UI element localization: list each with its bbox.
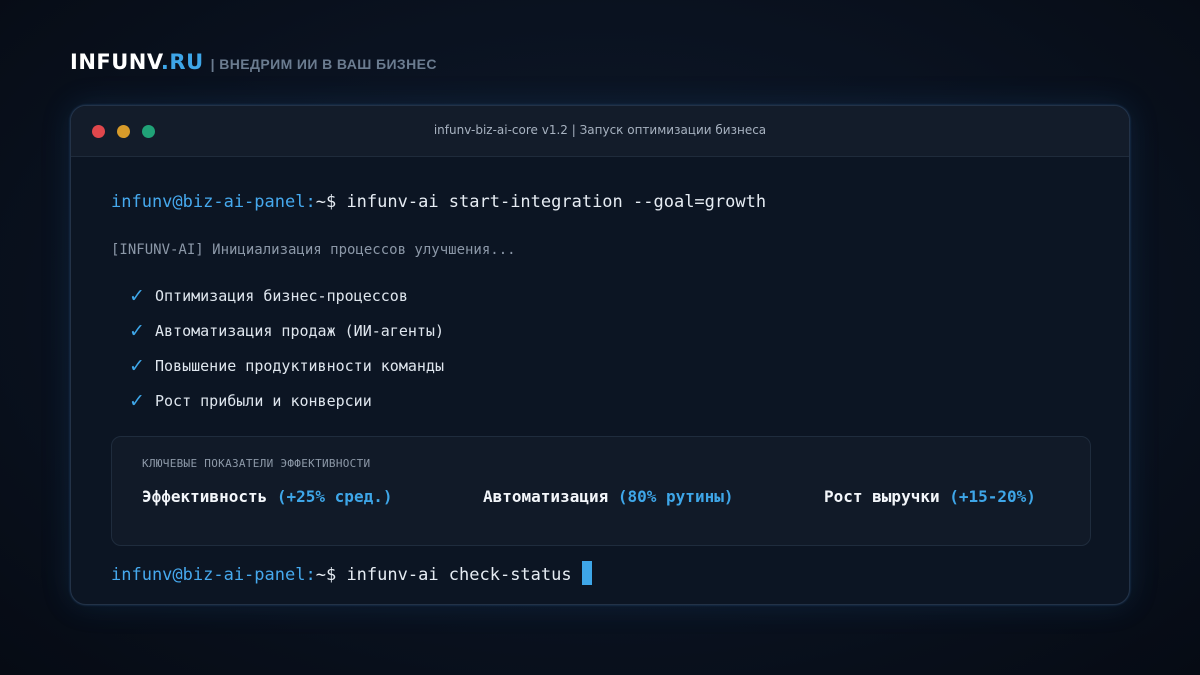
- check-item-label: Автоматизация продаж (ИИ-агенты): [155, 321, 444, 340]
- command-input[interactable]: infunv-ai check-status: [346, 565, 571, 585]
- list-item: ✓ Оптимизация бизнес-процессов: [129, 278, 444, 313]
- check-item-label: Повышение продуктивности команды: [155, 356, 444, 375]
- kpi-panel: КЛЮЧЕВЫЕ ПОКАЗАТЕЛИ ЭФФЕКТИВНОСТИ Эффект…: [111, 436, 1091, 546]
- checkmark-icon: ✓: [129, 284, 145, 307]
- log-line: [INFUNV-AI] Инициализация процессов улуч…: [111, 242, 516, 258]
- prompt-symbol: ~$: [315, 192, 337, 212]
- checkmark-icon: ✓: [129, 354, 145, 377]
- kpi-label: Автоматизация: [483, 487, 609, 506]
- kpi-value: (80% рутины): [617, 487, 734, 506]
- brand-tagline: | ВНЕДРИМ ИИ В ВАШ БИЗНЕС: [210, 56, 437, 72]
- brand-tld: .RU: [160, 50, 204, 74]
- window-titlebar: infunv-biz-ai-core v1.2 | Запуск оптимиз…: [71, 106, 1129, 157]
- kpi-revenue-growth: Рост выручки (+15-20%): [824, 487, 1036, 506]
- kpi-value: (+25% сред.): [276, 487, 393, 506]
- brand-name: INFUNV.RU: [70, 50, 204, 74]
- prompt-user: infunv@biz-ai-panel:: [111, 565, 316, 585]
- text-cursor: [581, 561, 592, 585]
- terminal-window: infunv-biz-ai-core v1.2 | Запуск оптимиз…: [70, 105, 1130, 605]
- window-title: infunv-biz-ai-core v1.2 | Запуск оптимиз…: [433, 123, 767, 137]
- checklist: ✓ Оптимизация бизнес-процессов ✓ Автомат…: [129, 278, 444, 418]
- check-item-label: Оптимизация бизнес-процессов: [155, 286, 408, 305]
- checkmark-icon: ✓: [129, 389, 145, 412]
- prompt-symbol: ~$: [315, 565, 337, 585]
- prompt-user: infunv@biz-ai-panel:: [111, 192, 316, 212]
- command-line-2[interactable]: infunv@biz-ai-panel:~$ infunv-ai check-s…: [111, 561, 592, 585]
- kpi-automation: Автоматизация (80% рутины): [483, 487, 733, 506]
- list-item: ✓ Повышение продуктивности команды: [129, 348, 444, 383]
- brand-logo: INFUNV.RU | ВНЕДРИМ ИИ В ВАШ БИЗНЕС: [70, 50, 437, 74]
- kpi-label: Эффективность: [142, 487, 268, 506]
- list-item: ✓ Автоматизация продаж (ИИ-агенты): [129, 313, 444, 348]
- kpi-label: Рост выручки: [824, 487, 940, 506]
- command-line-1: infunv@biz-ai-panel:~$ infunv-ai start-i…: [111, 192, 766, 212]
- list-item: ✓ Рост прибыли и конверсии: [129, 383, 444, 418]
- check-item-label: Рост прибыли и конверсии: [155, 391, 372, 410]
- command-text: infunv-ai start-integration --goal=growt…: [346, 192, 767, 212]
- kpi-heading: КЛЮЧЕВЫЕ ПОКАЗАТЕЛИ ЭФФЕКТИВНОСТИ: [142, 457, 371, 470]
- kpi-efficiency: Эффективность (+25% сред.): [142, 487, 392, 506]
- checkmark-icon: ✓: [129, 319, 145, 342]
- kpi-value: (+15-20%): [949, 487, 1036, 506]
